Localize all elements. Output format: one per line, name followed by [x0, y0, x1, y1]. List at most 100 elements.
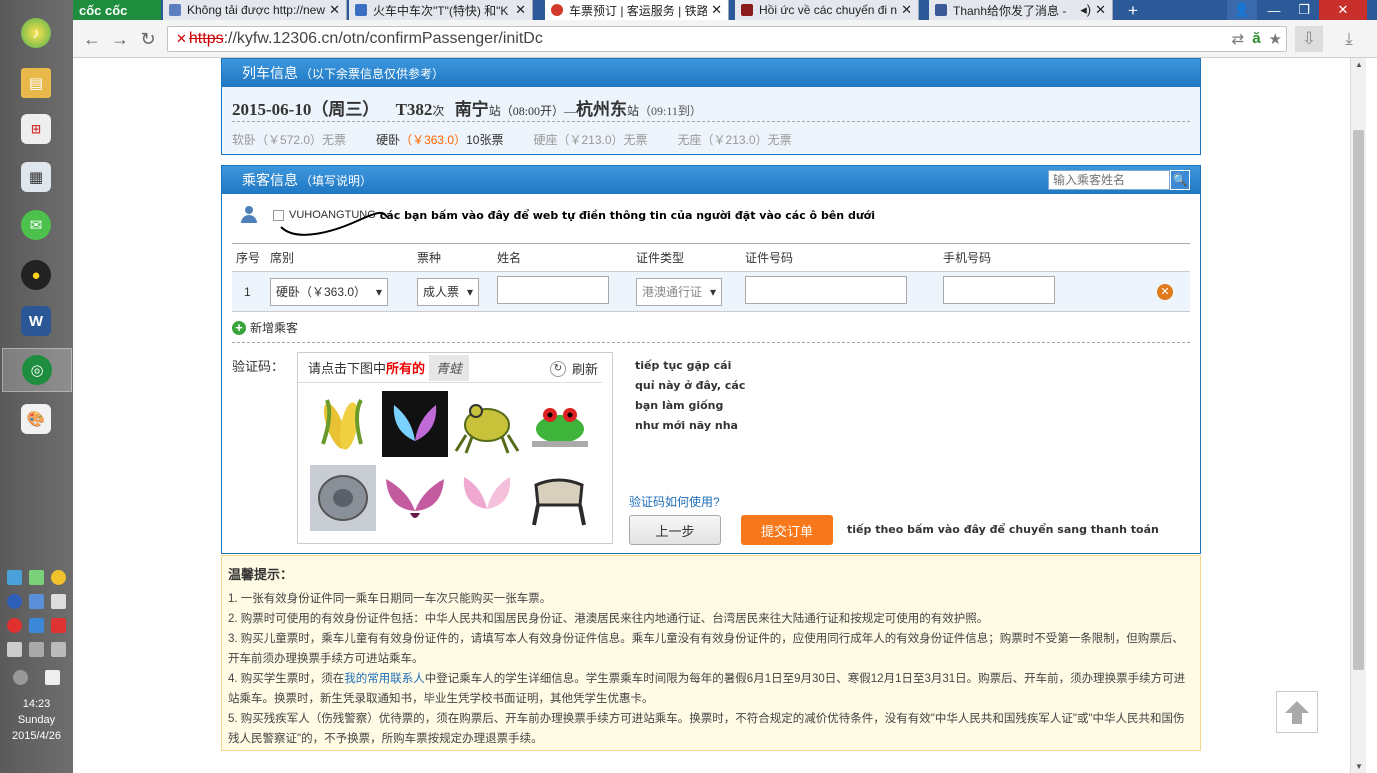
fill-instructions-link[interactable]: （填写说明） [300, 172, 372, 189]
seat-select[interactable]: 硬卧（￥363.0） ▾ [270, 277, 388, 306]
train-info-header: 列车信息 （以下余票信息仅供参考） [222, 59, 1200, 87]
passenger-info-title: 乘客信息 [242, 172, 298, 188]
captcha-image-frog-yellow[interactable] [454, 391, 520, 457]
col-index: 序号 [232, 243, 266, 272]
annotation-contact: các bạn bấm vào đây để web tự điền thông… [379, 208, 875, 222]
captcha-image-chair[interactable] [526, 465, 592, 531]
delete-passenger-icon[interactable]: ✕ [1157, 283, 1173, 300]
search-icon[interactable]: 🔍 [1170, 170, 1190, 190]
captcha-image-cookware[interactable] [310, 465, 376, 531]
coccoc-browser-icon[interactable]: ◎ [2, 348, 72, 392]
forward-icon[interactable]: → [109, 28, 131, 50]
submit-order-button[interactable]: 提交订单 [741, 515, 833, 545]
v-icon[interactable] [50, 618, 66, 633]
check-icon[interactable] [28, 570, 44, 585]
qq-music-icon[interactable]: ♪ [14, 14, 58, 52]
captcha-image-frog-red-eye[interactable] [526, 391, 592, 457]
browser-tab-4[interactable]: Hồi ức về các chuyến đi nư ✕ [735, 0, 919, 20]
tab-title: 车票预订 | 客运服务 | 铁路 [569, 3, 708, 18]
captcha-image-wings-dark[interactable] [382, 391, 448, 457]
close-icon[interactable]: ✕ [1095, 2, 1106, 18]
id-number-input[interactable] [745, 276, 907, 304]
translate-icon[interactable]: ⇄ [1232, 30, 1245, 48]
phone-input[interactable] [943, 276, 1055, 304]
seat-hard-seat: 硬座（￥213.0）无票 [533, 133, 648, 147]
ticket-type-select[interactable]: 成人票 ▾ [417, 277, 479, 306]
download-page-icon[interactable]: ⇩ [1295, 26, 1323, 52]
signal-icon[interactable] [28, 642, 44, 657]
system-clock[interactable]: 14:23 Sunday 2015/4/26 [0, 696, 73, 744]
insecure-lock-icon[interactable]: ✕ [176, 31, 187, 47]
passenger-info-panel: 乘客信息 （填写说明） 🔍 VUHOANGTUNG các bạn bấm và… [221, 165, 1201, 554]
snowflake-icon[interactable] [28, 618, 44, 633]
minimize-button[interactable]: — [1259, 0, 1289, 20]
maximize-button[interactable]: ❐ [1289, 0, 1319, 20]
reload-icon[interactable]: ↻ [137, 28, 159, 50]
frequent-contacts-link[interactable]: 我的常用联系人 [344, 673, 425, 685]
col-delete [1153, 243, 1190, 272]
id-type-select[interactable]: 港澳通行证 ▾ [636, 277, 722, 306]
word-icon[interactable]: W [14, 302, 58, 340]
windows-taskbar: ♪ ▤ ⊞ ▦ ✉ ● W ◎ 🎨 14:23 Sunday 2015/4/26 [0, 0, 73, 773]
back-to-top-button[interactable] [1276, 691, 1318, 733]
vertical-scrollbar[interactable]: ▲ ▼ [1350, 58, 1366, 773]
scrollbar-thumb[interactable] [1353, 130, 1364, 670]
close-icon[interactable]: ✕ [329, 2, 340, 18]
bluetooth-icon[interactable] [7, 594, 23, 609]
clock-day: Sunday [17, 714, 56, 726]
person-icon [240, 206, 258, 224]
file-explorer-icon[interactable]: ▤ [14, 64, 58, 102]
close-icon[interactable]: ✕ [901, 2, 912, 18]
network-icon[interactable]: ⊞ [14, 110, 58, 148]
browser-tab-5[interactable]: Thanh给你发了消息 - ◂) ✕ [929, 0, 1113, 20]
coccoc-logo[interactable]: cốc cốc [73, 0, 161, 20]
captcha-image-wings-pink[interactable] [382, 465, 448, 531]
browser-tab-1[interactable]: Không tải được http://new ✕ [163, 0, 347, 20]
scroll-up-arrow[interactable]: ▲ [1351, 60, 1367, 69]
passenger-table: 序号 席别 票种 姓名 证件类型 证件号码 手机号码 1 硬卧（￥363.0） ▾… [232, 243, 1190, 312]
train-summary: 2015-06-10（周三） T382次 南宁站（08:00开）—杭州东站（09… [232, 87, 1190, 121]
battery-icon[interactable] [7, 642, 23, 657]
tab-favicon [551, 4, 563, 16]
vietnamese-input-icon[interactable]: ă [1252, 30, 1260, 48]
name-input[interactable] [497, 276, 609, 304]
coccoc-tray-icon[interactable] [50, 570, 66, 585]
beats-icon[interactable] [7, 618, 23, 633]
display-icon[interactable] [28, 594, 44, 609]
user-icon[interactable]: 👤 [1227, 0, 1257, 20]
browser-tab-3[interactable]: 车票预订 | 客运服务 | 铁路 ✕ [545, 0, 729, 20]
back-icon[interactable]: ← [81, 28, 103, 50]
new-tab-button[interactable]: + [1122, 1, 1144, 21]
downloads-icon[interactable]: ⤓ [1335, 26, 1363, 52]
browser-tab-2[interactable]: 火车中车次"T"(特快) 和"K ✕ [349, 0, 533, 20]
scroll-down-arrow[interactable]: ▼ [1351, 762, 1367, 771]
close-window-button[interactable]: ✕ [1319, 0, 1367, 20]
captcha-instruction-bold: 所有的 [386, 361, 426, 376]
captcha-image-corn[interactable] [310, 391, 376, 457]
captcha-help-link[interactable]: 验证码如何使用? [629, 493, 720, 510]
previous-step-button[interactable]: 上一步 [629, 515, 721, 545]
address-bar[interactable]: ✕ https ://kyfw.12306.cn/otn/confirmPass… [167, 26, 1287, 52]
close-circle-icon[interactable] [12, 670, 28, 685]
speaker-icon[interactable]: ◂) [1080, 2, 1091, 18]
monitor-icon[interactable] [7, 570, 23, 585]
passenger-search-input[interactable] [1048, 170, 1170, 190]
flag-icon[interactable] [50, 594, 66, 609]
qq-icon[interactable]: ● [14, 256, 58, 294]
bookmark-star-icon[interactable]: ★ [1269, 30, 1282, 48]
calculator-icon[interactable]: ▦ [14, 158, 58, 196]
captcha-image-wings-light[interactable] [454, 465, 520, 531]
m-icon[interactable] [45, 670, 61, 685]
volume-icon[interactable] [50, 642, 66, 657]
captcha-refresh-button[interactable]: ↻ 刷新 [549, 359, 598, 378]
col-id-number: 证件号码 [741, 243, 939, 272]
train-info-note: （以下余票信息仅供参考） [300, 66, 445, 81]
close-icon[interactable]: ✕ [711, 2, 722, 18]
tab-title: Không tải được http://new [187, 3, 325, 17]
wechat-icon[interactable]: ✉ [14, 206, 58, 244]
add-passenger-button[interactable]: + 新增乘客 [232, 319, 298, 336]
passenger-info-header: 乘客信息 （填写说明） 🔍 [222, 166, 1200, 194]
seat-soft-sleeper: 软卧（￥572.0）无票 [232, 133, 347, 147]
close-icon[interactable]: ✕ [515, 2, 526, 18]
paint-icon[interactable]: 🎨 [14, 400, 58, 438]
